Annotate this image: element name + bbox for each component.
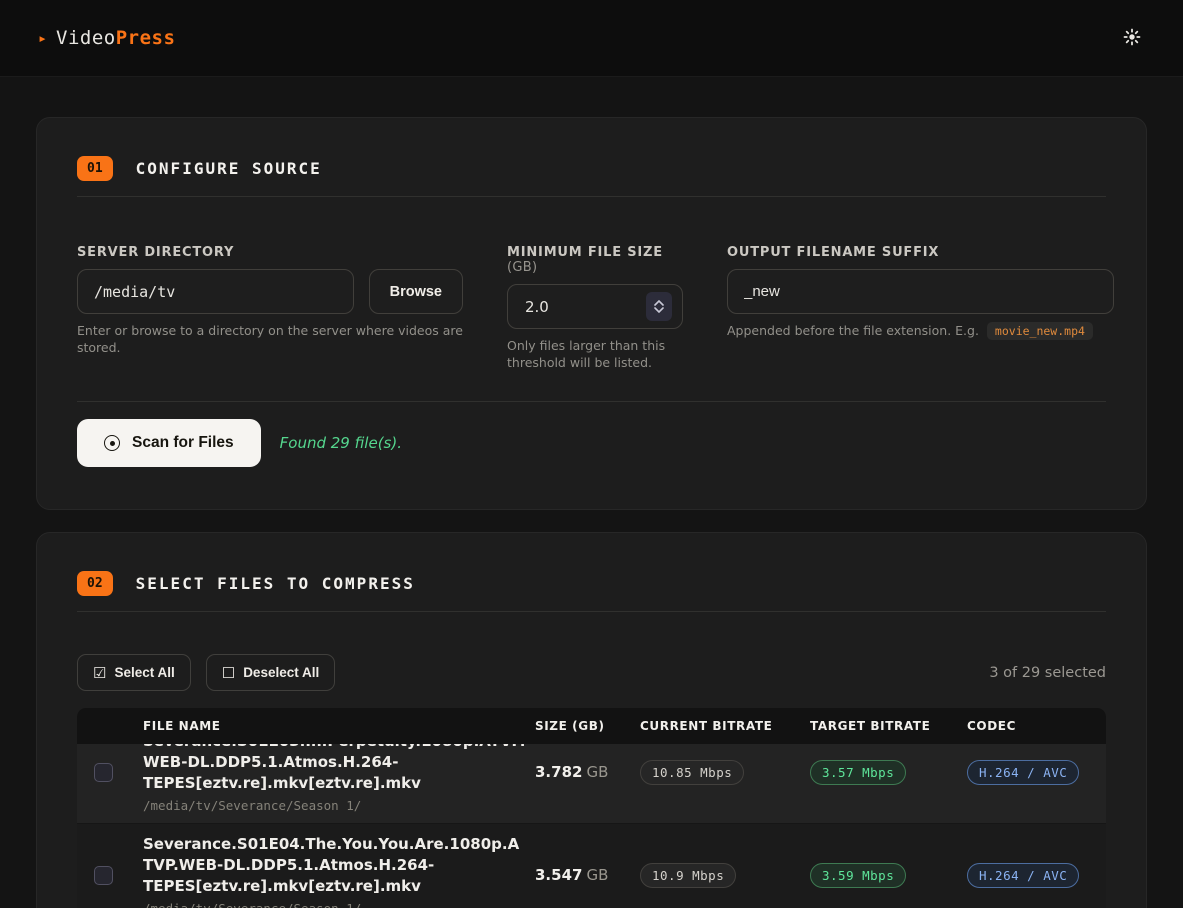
file-cell: Severance.S01E04.The.You.You.Are.1080p.A… bbox=[143, 834, 535, 908]
top-bar: ▸ VideoPress bbox=[0, 0, 1183, 77]
checkbox-checked-icon: ☑ bbox=[93, 664, 106, 682]
output-suffix-field: OUTPUT FILENAME SUFFIX Appended before t… bbox=[727, 245, 1114, 371]
output-suffix-label: OUTPUT FILENAME SUFFIX bbox=[727, 245, 1114, 260]
size-unit: GB bbox=[586, 763, 608, 781]
current-bitrate-pill: 10.85 Mbps bbox=[640, 760, 744, 785]
table-row[interactable]: Severance.S01E04.The.You.You.Are.1080p.A… bbox=[77, 823, 1106, 908]
row-checkbox[interactable] bbox=[94, 866, 113, 885]
current-bitrate-pill: 10.9 Mbps bbox=[640, 863, 736, 888]
checkbox-unchecked-icon: ☐ bbox=[222, 664, 235, 682]
page-content: 01 CONFIGURE SOURCE SERVER DIRECTORY Bro… bbox=[0, 117, 1183, 908]
browse-button[interactable]: Browse bbox=[369, 269, 463, 314]
min-file-size-label: MINIMUM FILE SIZE (GB) bbox=[507, 245, 683, 275]
col-header-size: SIZE (GB) bbox=[535, 719, 640, 733]
target-bitrate-pill: 3.59 Mbps bbox=[810, 863, 906, 888]
codec-pill: H.264 / AVC bbox=[967, 863, 1079, 888]
sun-icon bbox=[1123, 28, 1141, 49]
file-path: /media/tv/Severance/Season 1/ bbox=[143, 798, 535, 813]
section-number-badge: 02 bbox=[77, 571, 113, 596]
server-directory-label: SERVER DIRECTORY bbox=[77, 245, 463, 260]
file-path: /media/tv/Severance/Season 1/ bbox=[143, 901, 535, 908]
section-divider bbox=[77, 196, 1106, 197]
circle-dot-icon bbox=[104, 435, 120, 451]
codec-pill: H.264 / AVC bbox=[967, 760, 1079, 785]
min-file-size-value: 2.0 bbox=[525, 298, 549, 316]
min-file-size-select[interactable]: 2.0 bbox=[507, 284, 683, 329]
brand-name: Video bbox=[56, 27, 116, 49]
scan-row: Scan for Files Found 29 file(s). bbox=[77, 419, 1106, 467]
min-file-size-helper: Only files larger than this threshold wi… bbox=[507, 337, 677, 371]
table-body: Severance.S01E03.In.Perpetuity.1080p.ATV… bbox=[77, 721, 1106, 908]
output-suffix-helper: Appended before the file extension. E.g.… bbox=[727, 322, 1114, 340]
selection-summary: 3 of 29 selected bbox=[989, 665, 1106, 681]
configure-section-header: 01 CONFIGURE SOURCE bbox=[77, 156, 1106, 181]
target-bitrate-pill: 3.57 Mbps bbox=[810, 760, 906, 785]
select-files-card: 02 SELECT FILES TO COMPRESS ☑ Select All… bbox=[36, 532, 1147, 908]
select-all-button[interactable]: ☑ Select All bbox=[77, 654, 191, 691]
selection-toolbar: ☑ Select All ☐ Deselect All 3 of 29 sele… bbox=[77, 654, 1106, 691]
table-header-row: FILE NAME SIZE (GB) CURRENT BITRATE TARG… bbox=[77, 708, 1106, 744]
file-size: 3.547GB bbox=[535, 866, 640, 884]
file-table: FILE NAME SIZE (GB) CURRENT BITRATE TARG… bbox=[77, 708, 1106, 908]
stepper-chevrons-icon[interactable] bbox=[646, 292, 672, 321]
col-header-current-bitrate: CURRENT BITRATE bbox=[640, 719, 810, 733]
section-number-badge: 01 bbox=[77, 156, 113, 181]
min-file-size-field: MINIMUM FILE SIZE (GB) 2.0 Only files la… bbox=[507, 245, 683, 371]
col-header-file-name: FILE NAME bbox=[143, 719, 535, 733]
scan-for-files-button[interactable]: Scan for Files bbox=[77, 419, 261, 467]
row-checkbox[interactable] bbox=[94, 763, 113, 782]
server-directory-field: SERVER DIRECTORY Browse Enter or browse … bbox=[77, 245, 463, 371]
scan-divider bbox=[77, 401, 1106, 402]
suffix-example-chip: movie_new.mp4 bbox=[987, 322, 1093, 340]
col-header-target-bitrate: TARGET BITRATE bbox=[810, 719, 967, 733]
min-file-size-unit: (GB) bbox=[507, 260, 537, 275]
select-section-header: 02 SELECT FILES TO COMPRESS bbox=[77, 571, 1106, 596]
configure-source-card: 01 CONFIGURE SOURCE SERVER DIRECTORY Bro… bbox=[36, 117, 1147, 510]
section-divider bbox=[77, 611, 1106, 612]
server-directory-input[interactable] bbox=[77, 269, 354, 314]
col-header-codec: CODEC bbox=[967, 719, 1106, 733]
file-size: 3.782GB bbox=[535, 763, 640, 781]
play-arrow-icon: ▸ bbox=[38, 29, 47, 47]
configure-form: SERVER DIRECTORY Browse Enter or browse … bbox=[77, 245, 1106, 371]
server-directory-helper: Enter or browse to a directory on the se… bbox=[77, 322, 463, 356]
section-title: CONFIGURE SOURCE bbox=[136, 159, 322, 178]
file-name: Severance.S01E04.The.You.You.Are.1080p.A… bbox=[143, 834, 531, 897]
brand-logo: ▸ VideoPress bbox=[38, 27, 175, 49]
section-title: SELECT FILES TO COMPRESS bbox=[136, 574, 415, 593]
size-unit: GB bbox=[586, 866, 608, 884]
output-suffix-input[interactable] bbox=[727, 269, 1114, 314]
theme-toggle-button[interactable] bbox=[1119, 24, 1145, 53]
deselect-all-button[interactable]: ☐ Deselect All bbox=[206, 654, 336, 691]
scan-result-text: Found 29 file(s). bbox=[280, 434, 402, 452]
brand-accent: Press bbox=[116, 27, 176, 49]
